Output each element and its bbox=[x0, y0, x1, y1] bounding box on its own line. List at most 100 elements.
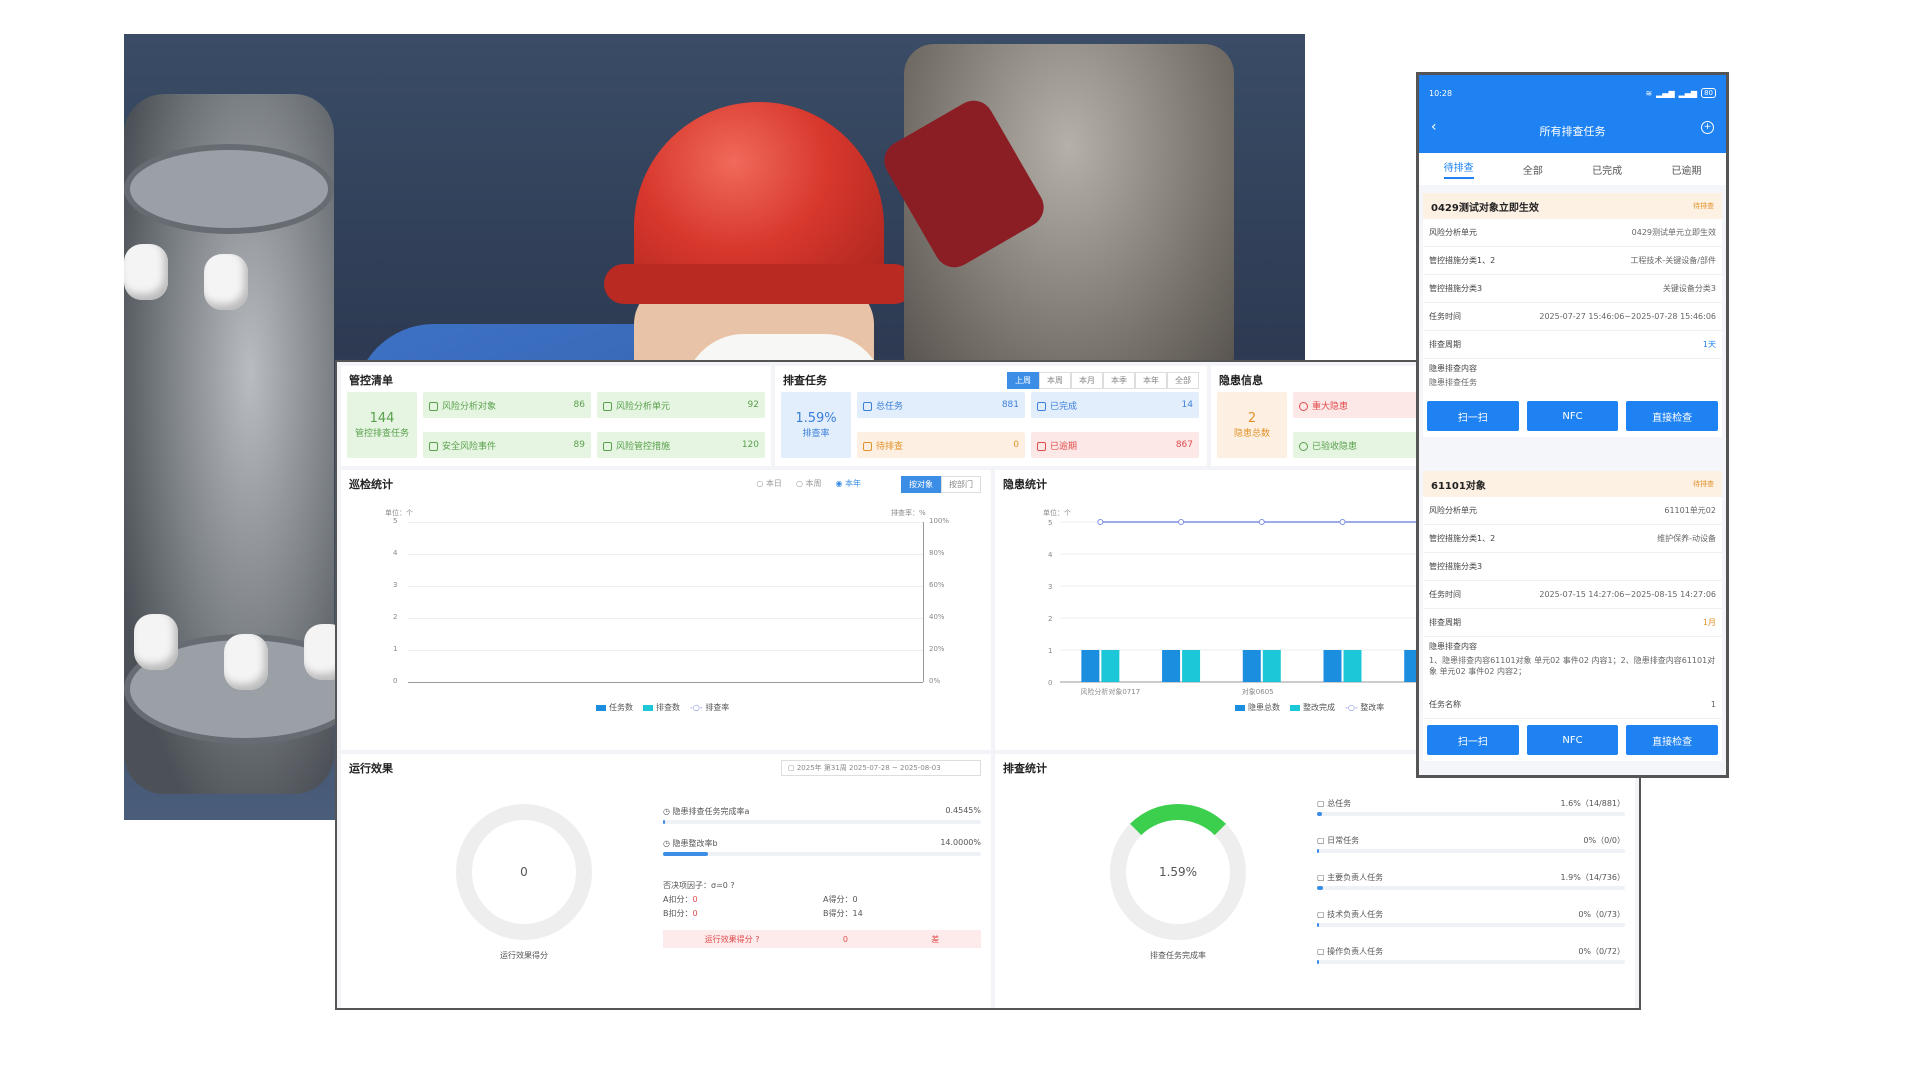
card-risk-measure[interactable]: 风险管控措施 120 bbox=[597, 432, 765, 458]
field-key: 排查周期 bbox=[1429, 340, 1461, 349]
task-card[interactable]: 61101对象 待排查 风险分析单元 61101单元02 管控措施分类1、2 维护保养… bbox=[1423, 471, 1722, 761]
card-label: 风险分析单元 bbox=[616, 401, 671, 412]
bar-hazard-total bbox=[1162, 650, 1181, 682]
run-metric-row: ◷ 隐患排查任务完成率a 0.4545% bbox=[663, 806, 981, 817]
card-label: 风险分析对象 bbox=[442, 401, 497, 412]
legend-rectified: 整改完成 bbox=[1290, 702, 1335, 713]
mobile-header: 10:28 ≋ ▂▄▆ ▂▄▆ 80 ‹ 所有排查任务 + bbox=[1419, 75, 1726, 153]
score-label: B扣分： bbox=[663, 909, 693, 918]
radio-label: 本周 bbox=[805, 479, 822, 488]
card-overdue[interactable]: 已逾期 867 bbox=[1031, 432, 1199, 458]
direct-check-button[interactable]: 直接检查 bbox=[1626, 725, 1719, 755]
bolt-shape bbox=[134, 614, 178, 670]
run-effect-panel: 运行效果 ▢ 2025年 第31周 2025-07-28 ~ 2025-08-0… bbox=[341, 754, 991, 1008]
task-name: 0429测试对象立即生效 bbox=[1431, 202, 1539, 214]
task-name: 61101对象 bbox=[1431, 480, 1486, 492]
task-field: 管控措施分类3 bbox=[1423, 553, 1722, 581]
tab-this-quarter[interactable]: 本季 bbox=[1103, 372, 1135, 389]
score-label: A得分： bbox=[823, 895, 853, 904]
scan-button[interactable]: 扫一扫 bbox=[1427, 401, 1519, 431]
radio-year[interactable]: ◉ 本年 bbox=[835, 478, 861, 489]
y-tick-label: 4 bbox=[1048, 551, 1053, 559]
bar-hazard-total bbox=[1081, 650, 1100, 682]
field-key: 任务时间 bbox=[1429, 590, 1461, 599]
metric-label: ◷ 隐患整改率b bbox=[663, 839, 718, 848]
control-list-panel: 管控清单 144 管控排查任务 风险分析对象 86 风险分析单元 92 安全风险事件… bbox=[341, 366, 771, 466]
score-value: 14 bbox=[852, 909, 863, 918]
field-key: 管控措施分类3 bbox=[1429, 562, 1483, 571]
rate-point bbox=[1258, 519, 1265, 525]
field-value: 1月 bbox=[1702, 618, 1716, 627]
card-risk-object[interactable]: 风险分析对象 86 bbox=[423, 392, 591, 418]
legend-label: 整改率 bbox=[1360, 703, 1385, 712]
score-b-deduct: B扣分：0 bbox=[663, 908, 823, 919]
metric-label: ▢ 主要负责人任务 bbox=[1317, 873, 1384, 882]
card-value: 92 bbox=[747, 400, 759, 410]
card-label: 已逾期 bbox=[1050, 441, 1078, 452]
tab-this-year[interactable]: 本年 bbox=[1135, 372, 1167, 389]
field-key: 风险分析单元 bbox=[1429, 506, 1477, 515]
field-value: 2025-07-27 15:46:06~2025-07-28 15:46:06 bbox=[1539, 312, 1716, 321]
inspection-tasks-title: 排查任务 bbox=[783, 374, 827, 387]
hazard-total-summary[interactable]: 2 隐患总数 bbox=[1217, 392, 1287, 458]
radio-today[interactable]: ○ 本日 bbox=[756, 478, 782, 489]
metric-progress bbox=[1317, 886, 1625, 890]
field-value: 61101单元02 bbox=[1664, 506, 1716, 515]
mobile-title: 所有排查任务 bbox=[1539, 125, 1606, 138]
y-tick-label: 3 bbox=[1048, 583, 1052, 591]
tab-completed[interactable]: 已完成 bbox=[1592, 162, 1622, 177]
rate-point bbox=[1178, 519, 1185, 525]
task-field: 管控措施分类1、2 工程技术-关键设备/部件 bbox=[1423, 247, 1722, 275]
wifi-icon: ≋ bbox=[1645, 88, 1653, 98]
task-card-header: 61101对象 待排查 bbox=[1423, 471, 1722, 497]
rate-point bbox=[1097, 519, 1104, 525]
tab-all[interactable]: 全部 bbox=[1167, 372, 1199, 389]
alert-icon bbox=[1299, 401, 1308, 411]
field-value: 维护保养-动设备 bbox=[1657, 534, 1716, 543]
bolt-shape bbox=[224, 634, 268, 690]
status-icons: ≋ ▂▄▆ ▂▄▆ 80 bbox=[1645, 88, 1716, 98]
check-metric-row: ▢ 日常任务 0%（0/0） bbox=[1317, 835, 1625, 846]
card-risk-event[interactable]: 安全风险事件 89 bbox=[423, 432, 591, 458]
date-range-picker[interactable]: ▢ 2025年 第31周 2025-07-28 ~ 2025-08-03 bbox=[781, 760, 981, 776]
inspection-rate-summary[interactable]: 1.59% 排查率 bbox=[781, 392, 851, 458]
task-card-header: 0429测试对象立即生效 待排查 bbox=[1423, 193, 1722, 219]
bar-rectified bbox=[1343, 650, 1362, 682]
field-value: 2025-07-15 14:27:06~2025-08-15 14:27:06 bbox=[1539, 590, 1716, 599]
x-tick-label: 对象0605 bbox=[1242, 687, 1274, 696]
add-icon[interactable]: + bbox=[1701, 121, 1714, 134]
tab-pending[interactable]: 待排查 bbox=[1443, 159, 1474, 179]
tab-this-month[interactable]: 本月 bbox=[1071, 372, 1103, 389]
tab-by-department[interactable]: 按部门 bbox=[941, 476, 981, 493]
nfc-button[interactable]: NFC bbox=[1526, 401, 1619, 431]
control-task-summary[interactable]: 144 管控排查任务 bbox=[347, 392, 417, 458]
tab-this-week[interactable]: 本周 bbox=[1039, 372, 1071, 389]
radio-week[interactable]: ○ 本周 bbox=[796, 478, 822, 489]
card-total-tasks[interactable]: 总任务 881 bbox=[857, 392, 1025, 418]
run-effect-ring: 0 bbox=[456, 804, 592, 940]
card-pending[interactable]: 待排查 0 bbox=[857, 432, 1025, 458]
scan-button[interactable]: 扫一扫 bbox=[1427, 725, 1519, 755]
signal-icon: ▂▄▆ bbox=[1656, 88, 1675, 98]
legend-hazard-total: 隐患总数 bbox=[1235, 702, 1280, 713]
card-label: 重大隐患 bbox=[1312, 401, 1349, 412]
help-icon[interactable]: ? bbox=[730, 881, 734, 890]
patrol-stats-title: 巡检统计 bbox=[349, 478, 393, 491]
tab-last-week[interactable]: 上周 bbox=[1007, 372, 1039, 389]
card-value: 867 bbox=[1175, 440, 1193, 450]
grid-line bbox=[408, 522, 923, 523]
card-risk-unit[interactable]: 风险分析单元 92 bbox=[597, 392, 765, 418]
hazard-total-label: 隐患总数 bbox=[1233, 429, 1270, 439]
radio-label: 本日 bbox=[765, 479, 782, 488]
list-icon bbox=[603, 441, 612, 451]
factor-label: 否决项因子：σ=0 ? bbox=[663, 880, 735, 891]
task-card[interactable]: 0429测试对象立即生效 待排查 风险分析单元 0429测试单元立即生效 管控措施分… bbox=[1423, 193, 1722, 437]
tab-overdue[interactable]: 已逾期 bbox=[1671, 162, 1701, 177]
metric-value: 14.0000% bbox=[940, 838, 981, 847]
tab-by-object[interactable]: 按对象 bbox=[901, 476, 941, 493]
card-completed[interactable]: 已完成 14 bbox=[1031, 392, 1199, 418]
nfc-button[interactable]: NFC bbox=[1526, 725, 1619, 755]
tab-all[interactable]: 全部 bbox=[1523, 162, 1543, 177]
direct-check-button[interactable]: 直接检查 bbox=[1626, 401, 1719, 431]
mobile-tabs: 待排查 全部 已完成 已逾期 bbox=[1419, 153, 1726, 185]
